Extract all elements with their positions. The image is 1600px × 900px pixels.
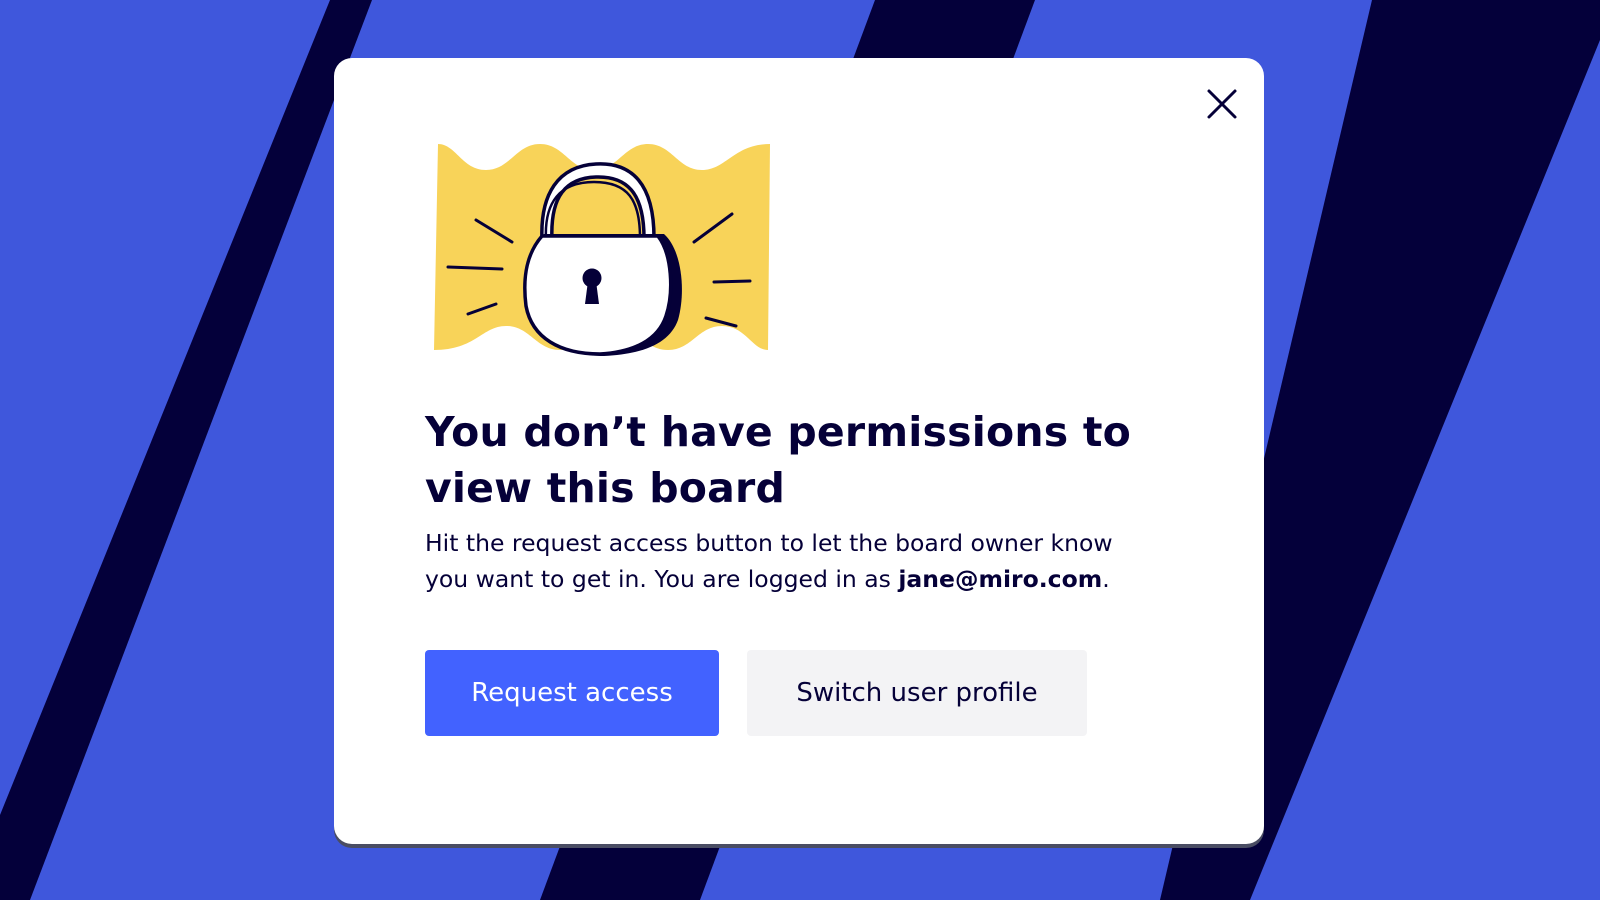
switch-user-profile-button[interactable]: Switch user profile <box>747 650 1087 736</box>
close-button[interactable] <box>1200 82 1244 126</box>
background-stripe <box>0 0 372 900</box>
description-suffix: . <box>1102 565 1110 593</box>
padlock-illustration <box>434 144 770 356</box>
close-icon <box>1207 89 1237 119</box>
user-email: jane@miro.com <box>898 565 1103 593</box>
request-access-button[interactable]: Request access <box>425 650 719 736</box>
permission-dialog: You don’t have permissions to view this … <box>334 58 1264 844</box>
dialog-description: Hit the request access button to let the… <box>425 525 1145 597</box>
dialog-title: You don’t have permissions to view this … <box>425 408 1131 512</box>
